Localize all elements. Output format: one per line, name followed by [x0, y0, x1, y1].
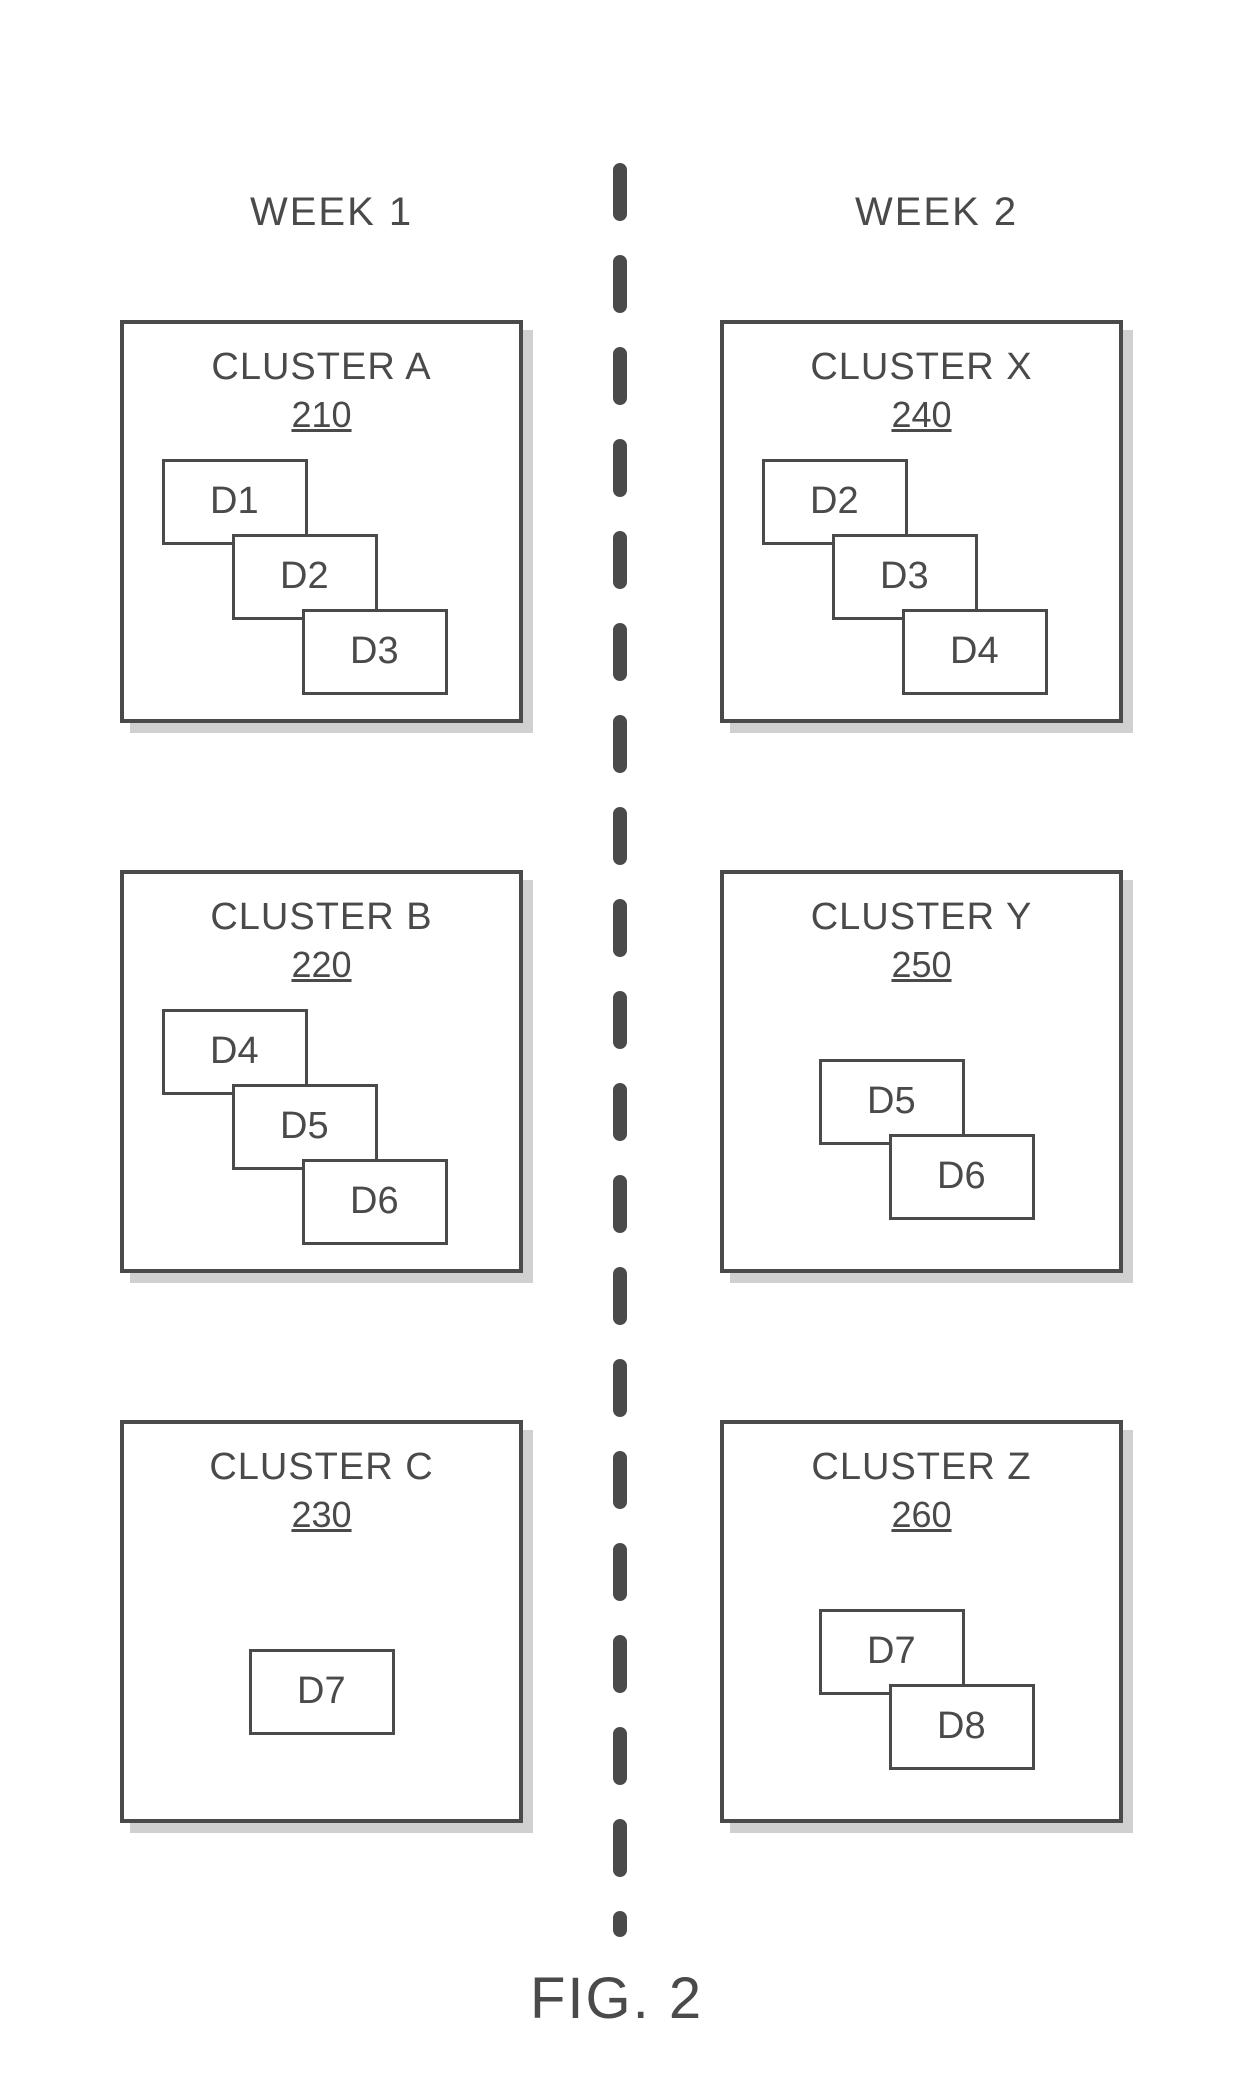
cluster-b-doc1: D4: [162, 1009, 308, 1095]
figure-label: FIG. 2: [530, 1965, 703, 2032]
cluster-y-doc2-label: D6: [937, 1155, 986, 1198]
cluster-c-doc1: D7: [249, 1649, 395, 1735]
cluster-c-box: CLUSTER C 230 D7: [120, 1420, 523, 1823]
cluster-a-doc2: D2: [232, 534, 378, 620]
cluster-x-title: CLUSTER X: [724, 346, 1119, 389]
cluster-b-doc2-label: D5: [280, 1105, 329, 1148]
cluster-y-id: 250: [724, 944, 1119, 986]
cluster-a-doc1-label: D1: [210, 480, 259, 523]
cluster-c-id: 230: [124, 1494, 519, 1536]
cluster-c-title: CLUSTER C: [124, 1446, 519, 1489]
cluster-b-doc2: D5: [232, 1084, 378, 1170]
diagram-stage: WEEK 1 WEEK 2 CLUSTER A 210 D1 D2 D3 CLU…: [0, 0, 1240, 2092]
cluster-x-doc3-label: D4: [950, 630, 999, 673]
cluster-x-doc1: D2: [762, 459, 908, 545]
cluster-c-doc1-label: D7: [297, 1670, 346, 1713]
cluster-b-doc1-label: D4: [210, 1030, 259, 1073]
cluster-y-doc1: D5: [819, 1059, 965, 1145]
cluster-z-id: 260: [724, 1494, 1119, 1536]
cluster-x-doc1-label: D2: [810, 480, 859, 523]
cluster-x-box: CLUSTER X 240 D2 D3 D4: [720, 320, 1123, 723]
cluster-a-doc3: D3: [302, 609, 448, 695]
cluster-y-title: CLUSTER Y: [724, 896, 1119, 939]
cluster-a-doc3-label: D3: [350, 630, 399, 673]
cluster-b-doc3-label: D6: [350, 1180, 399, 1223]
cluster-z-doc1-label: D7: [867, 1630, 916, 1673]
cluster-x-doc2: D3: [832, 534, 978, 620]
cluster-y-box: CLUSTER Y 250 D5 D6: [720, 870, 1123, 1273]
cluster-x-id: 240: [724, 394, 1119, 436]
cluster-b-box: CLUSTER B 220 D4 D5 D6: [120, 870, 523, 1273]
cluster-a-title: CLUSTER A: [124, 346, 519, 389]
cluster-x-doc3: D4: [902, 609, 1048, 695]
cluster-x-doc2-label: D3: [880, 555, 929, 598]
cluster-y-doc2: D6: [889, 1134, 1035, 1220]
cluster-a-box: CLUSTER A 210 D1 D2 D3: [120, 320, 523, 723]
cluster-y-doc1-label: D5: [867, 1080, 916, 1123]
cluster-b-doc3: D6: [302, 1159, 448, 1245]
cluster-z-doc2: D8: [889, 1684, 1035, 1770]
cluster-a-doc1: D1: [162, 459, 308, 545]
cluster-a-doc2-label: D2: [280, 555, 329, 598]
cluster-z-title: CLUSTER Z: [724, 1446, 1119, 1489]
cluster-z-doc1: D7: [819, 1609, 965, 1695]
cluster-b-title: CLUSTER B: [124, 896, 519, 939]
cluster-b-id: 220: [124, 944, 519, 986]
cluster-z-box: CLUSTER Z 260 D7 D8: [720, 1420, 1123, 1823]
cluster-z-doc2-label: D8: [937, 1705, 986, 1748]
cluster-a-id: 210: [124, 394, 519, 436]
week1-header: WEEK 1: [250, 190, 413, 235]
week2-header: WEEK 2: [855, 190, 1018, 235]
